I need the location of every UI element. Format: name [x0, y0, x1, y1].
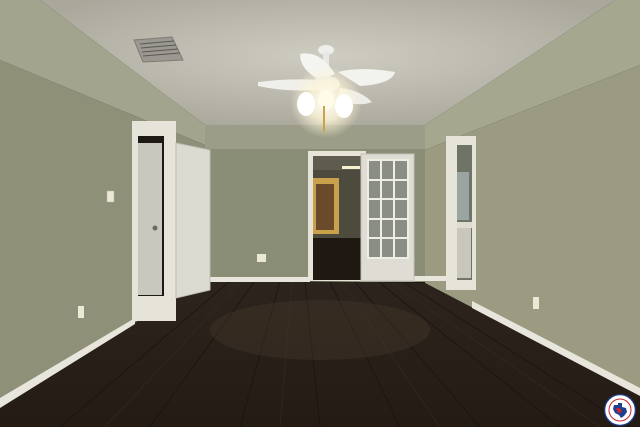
room-illustration [0, 0, 640, 427]
wall-outlet-left [78, 306, 84, 318]
realtor-logo [604, 394, 636, 426]
door-knob [152, 225, 158, 231]
wall-outlet-back [257, 254, 266, 262]
room-photo [0, 0, 640, 427]
french-door-glass-panes [367, 159, 409, 259]
texas-realtor-seal-icon [604, 394, 636, 426]
back-baseboard [208, 277, 310, 282]
wall-outlet-right [533, 297, 539, 309]
light-switch [106, 190, 115, 203]
left-open-door [175, 142, 211, 299]
